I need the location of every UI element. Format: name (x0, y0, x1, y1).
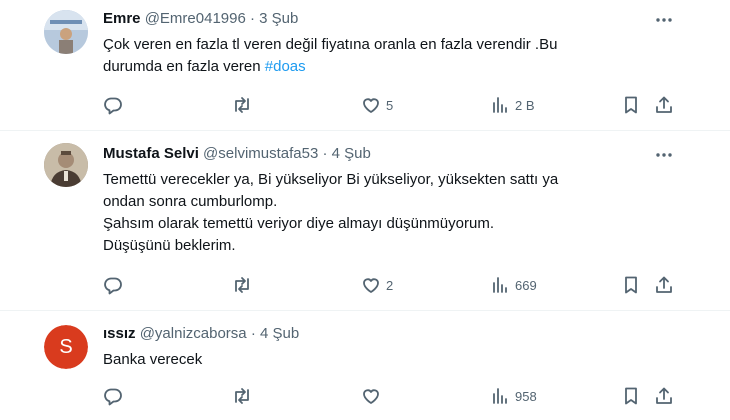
reply-button[interactable] (103, 384, 123, 408)
tweet-text-line: Temettü verecekler ya, Bi yükseliyor Bi … (103, 171, 559, 188)
author-handle[interactable]: @selvimustafa53 (203, 145, 318, 162)
tweet-divider (0, 310, 730, 311)
more-options-button[interactable] (654, 10, 674, 30)
share-icon (656, 387, 672, 404)
tweet-header: Mustafa Selvi @selvimustafa53 · 4 Şub (103, 145, 371, 162)
avatar[interactable] (44, 143, 88, 187)
bookmark-button[interactable] (621, 93, 641, 117)
views-button[interactable]: 958 (490, 384, 537, 408)
tweet-header: Emre @Emre041996 · 3 Şub (103, 10, 298, 27)
author-handle[interactable]: @Emre041996 (145, 10, 246, 27)
views-count: 669 (515, 277, 537, 293)
separator-dot: · (322, 145, 328, 162)
share-icon (656, 276, 672, 293)
heart-icon (363, 389, 379, 404)
tweet-actions: 2 669 (0, 273, 730, 297)
avatar[interactable] (44, 10, 88, 54)
heart-icon (363, 98, 379, 113)
tweet-text: Temettü verecekler ya, Bi yükseliyor Bi … (103, 169, 643, 257)
views-count: 958 (515, 388, 537, 404)
hashtag-link[interactable]: #doas (265, 58, 306, 75)
tweet-text-line: ondan sonra cumburlomp. (103, 193, 278, 210)
tweet-text-segment: durumda en fazla veren (103, 58, 265, 75)
separator-dot: · (250, 10, 255, 27)
tweet-date[interactable]: 3 Şub (259, 10, 298, 27)
bookmark-button[interactable] (621, 384, 641, 408)
bookmark-icon (625, 276, 637, 294)
tweet-text: Çok veren en fazla tl veren değil fiyatı… (103, 34, 643, 78)
like-button[interactable]: 5 (361, 93, 393, 117)
author-name[interactable]: Emre (103, 10, 141, 27)
tweet-text-line: Banka verecek (103, 351, 203, 368)
avatar-circle: S (44, 325, 88, 369)
tweet-text: Banka verecek (103, 349, 643, 371)
tweet-text-line: Çok veren en fazla tl veren değil fiyatı… (103, 36, 558, 53)
tweet-header: ıssız @yalnizcaborsa · 4 Şub (103, 325, 299, 342)
bookmark-icon (625, 387, 637, 405)
avatar[interactable]: S (44, 325, 88, 369)
views-chart-icon (493, 277, 507, 293)
share-button[interactable] (654, 273, 674, 297)
more-icon (656, 18, 672, 22)
tweet-date[interactable]: 4 Şub (260, 325, 299, 342)
retweet-icon (235, 388, 249, 404)
like-count: 2 (386, 277, 394, 293)
views-chart-icon (493, 388, 507, 404)
tweet-text-line: Düşüşünü beklerim. (103, 237, 236, 254)
reply-button[interactable] (103, 273, 123, 297)
bookmark-icon (625, 96, 637, 114)
tweet-date[interactable]: 4 Şub (332, 145, 371, 162)
views-button[interactable]: 2 B (490, 93, 535, 117)
retweet-button[interactable] (232, 384, 252, 408)
tweet-text-line: Şahsım olarak temettü veriyor diye almay… (103, 215, 494, 232)
reply-icon (104, 277, 122, 295)
views-count: 2 B (515, 97, 535, 113)
heart-icon (363, 278, 379, 293)
avatar-letter: S (59, 335, 73, 358)
author-handle[interactable]: @yalnizcaborsa (140, 325, 247, 342)
retweet-icon (235, 97, 249, 113)
author-name[interactable]: Mustafa Selvi (103, 145, 199, 162)
author-name[interactable]: ıssız (103, 325, 136, 342)
retweet-button[interactable] (232, 273, 252, 297)
tweet-actions: 958 (0, 384, 730, 408)
separator-dot: · (250, 325, 256, 342)
like-button[interactable] (361, 384, 381, 408)
share-button[interactable] (654, 93, 674, 117)
share-button[interactable] (654, 384, 674, 408)
reply-icon (104, 97, 122, 115)
more-options-button[interactable] (654, 145, 674, 165)
tweet-text-line: durumda en fazla veren #doas (103, 56, 643, 78)
bookmark-button[interactable] (621, 273, 641, 297)
reply-button[interactable] (103, 93, 123, 117)
tweet-actions: 5 2 B (0, 93, 730, 117)
retweet-icon (235, 277, 249, 293)
retweet-button[interactable] (232, 93, 252, 117)
reply-icon (104, 388, 122, 406)
like-count: 5 (386, 97, 394, 113)
views-button[interactable]: 669 (490, 273, 537, 297)
tweet-divider (0, 130, 730, 131)
share-icon (656, 96, 672, 113)
more-icon (656, 153, 672, 157)
like-button[interactable]: 2 (361, 273, 393, 297)
views-chart-icon (493, 97, 507, 113)
